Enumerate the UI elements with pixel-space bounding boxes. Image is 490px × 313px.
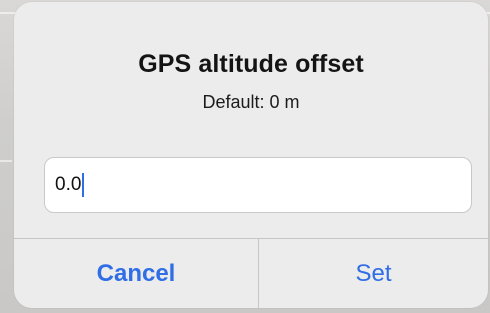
text-caret — [82, 173, 85, 197]
alert-dialog: GPS altitude offset Default: 0 m 0.0 Can… — [14, 2, 488, 308]
altitude-offset-input[interactable]: 0.0 — [44, 157, 472, 213]
map-road — [0, 160, 12, 162]
input-value: 0.0 — [55, 174, 82, 195]
dialog-message: Default: 0 m — [202, 92, 300, 112]
dialog-title: GPS altitude offset — [138, 50, 364, 78]
cancel-button[interactable]: Cancel — [14, 239, 258, 308]
set-button[interactable]: Set — [259, 239, 488, 308]
